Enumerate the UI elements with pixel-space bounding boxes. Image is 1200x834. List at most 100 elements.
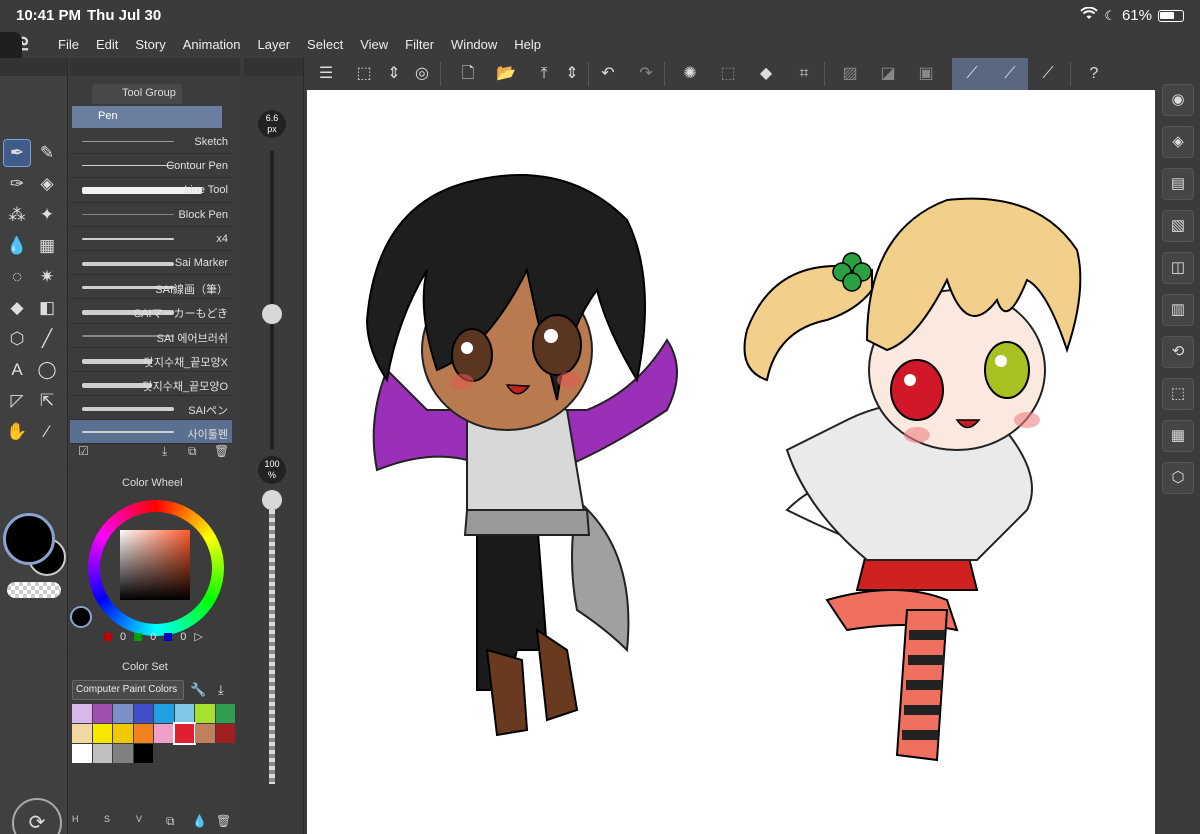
color-swatch[interactable] bbox=[72, 724, 92, 743]
color-swatch[interactable] bbox=[133, 744, 153, 763]
import-icon[interactable]: ⤓ bbox=[218, 682, 224, 698]
brush-item[interactable]: x4 bbox=[70, 227, 232, 251]
undo-icon[interactable]: ↶ bbox=[596, 62, 620, 86]
airbrush-icon[interactable]: ⁂ bbox=[4, 202, 30, 228]
brush-item[interactable]: SAIマーカーもどき bbox=[70, 299, 232, 324]
menu-animation[interactable]: Animation bbox=[183, 37, 241, 52]
select-all-icon[interactable]: ▣ bbox=[914, 62, 938, 86]
help-icon[interactable]: ? bbox=[1082, 62, 1106, 86]
pen-icon[interactable]: ✑ bbox=[4, 171, 30, 197]
line-icon[interactable]: ╱ bbox=[34, 326, 60, 352]
magic-wand-icon[interactable]: ✷ bbox=[34, 264, 60, 290]
color-swatch[interactable] bbox=[154, 704, 174, 723]
eyedropper-icon[interactable]: ⁄ bbox=[34, 419, 60, 445]
menu-file[interactable]: File bbox=[58, 37, 79, 52]
tab-color-wheel[interactable]: Color Wheel bbox=[92, 477, 183, 489]
menu-story[interactable]: Story bbox=[135, 37, 165, 52]
fill-icon[interactable]: ◆ bbox=[754, 62, 778, 86]
target-icon[interactable]: ◎ bbox=[410, 62, 434, 86]
hand-icon[interactable]: ✋ bbox=[4, 419, 30, 445]
color-swatch[interactable] bbox=[92, 724, 112, 743]
brush-item[interactable]: Block Pen bbox=[70, 203, 232, 227]
subtool-group-header[interactable]: Pen bbox=[72, 106, 222, 128]
color-swatch[interactable] bbox=[92, 744, 112, 763]
move-arrow-icon[interactable]: ⇱ bbox=[34, 388, 60, 414]
add-color-icon[interactable]: ⧉ bbox=[166, 814, 175, 829]
material-icon[interactable]: ▧ bbox=[1162, 210, 1194, 242]
color-swatch[interactable] bbox=[215, 724, 235, 743]
brush-item[interactable]: SAIペン bbox=[70, 396, 232, 421]
fill-drop-icon[interactable]: 💧 bbox=[4, 233, 30, 259]
tab-tool-group[interactable]: Tool Group bbox=[92, 84, 182, 104]
save-icon[interactable]: ⤒ bbox=[532, 62, 556, 86]
pen-stroke-icon[interactable]: ⟋ bbox=[960, 62, 984, 86]
brush-item[interactable]: SAI線画（筆） bbox=[70, 275, 232, 300]
gradient-icon[interactable]: ◧ bbox=[34, 295, 60, 321]
tool-property-icon[interactable]: ▥ bbox=[1162, 294, 1194, 326]
trash-icon[interactable]: 🗑 bbox=[214, 444, 229, 458]
open-folder-icon[interactable]: 📂 bbox=[494, 62, 518, 86]
rotate-screen-icon[interactable]: ⟳ bbox=[12, 798, 62, 834]
timeline-icon[interactable]: ▦ bbox=[1162, 420, 1194, 452]
value-toggle[interactable]: V bbox=[136, 814, 142, 824]
color-swatch[interactable] bbox=[172, 722, 196, 745]
layer-property-icon[interactable]: ▤ bbox=[1162, 168, 1194, 200]
updown-arrows-icon[interactable]: ⇕ bbox=[560, 62, 584, 86]
color-swatch[interactable] bbox=[113, 744, 133, 763]
play-circle-icon[interactable]: ▷ bbox=[194, 630, 202, 643]
dots-square-icon[interactable]: ⬚ bbox=[716, 62, 740, 86]
menu-layer[interactable]: Layer bbox=[258, 37, 291, 52]
hamburger-menu-icon[interactable]: ☰ bbox=[314, 62, 338, 86]
color-swatch[interactable] bbox=[133, 724, 153, 743]
brush-item[interactable]: Contour Pen bbox=[70, 154, 232, 179]
drawing-canvas[interactable] bbox=[307, 90, 1155, 834]
hue-toggle[interactable]: H bbox=[72, 814, 79, 824]
menu-select[interactable]: Select bbox=[307, 37, 343, 52]
menu-filter[interactable]: Filter bbox=[405, 37, 434, 52]
eraser-icon[interactable]: ◈ bbox=[34, 171, 60, 197]
sub-view-icon[interactable]: ◫ bbox=[1162, 252, 1194, 284]
menu-window[interactable]: Window bbox=[451, 37, 497, 52]
brush-item[interactable]: Sai Marker bbox=[70, 251, 232, 276]
color-swatch[interactable] bbox=[113, 724, 133, 743]
history-icon[interactable]: ⟲ bbox=[1162, 336, 1194, 368]
new-page-icon[interactable]: 🗋 bbox=[456, 62, 480, 86]
brush-size-knob[interactable] bbox=[262, 304, 282, 324]
color-swatch[interactable] bbox=[133, 704, 153, 723]
saturation-toggle[interactable]: S bbox=[104, 814, 110, 824]
grid-ruler-icon[interactable]: ▦ bbox=[34, 233, 60, 259]
brush-size-slider[interactable] bbox=[270, 150, 274, 450]
animation-icon[interactable]: ⬚ bbox=[1162, 378, 1194, 410]
menu-help[interactable]: Help bbox=[514, 37, 541, 52]
balloon-icon[interactable]: ◯ bbox=[34, 357, 60, 383]
color-swatch[interactable] bbox=[113, 704, 133, 723]
text-icon[interactable]: A bbox=[4, 357, 30, 383]
brush-item[interactable]: 닷지수채_끝모양X bbox=[70, 348, 232, 372]
color-swatch[interactable] bbox=[72, 704, 92, 723]
brush-item[interactable]: Line Tool bbox=[70, 178, 232, 203]
3d-material-icon[interactable]: ⬡ bbox=[1162, 462, 1194, 494]
color-swatch[interactable] bbox=[92, 704, 112, 723]
edit-transform-icon[interactable]: ⬚ bbox=[352, 62, 376, 86]
brush-item[interactable]: 닷지수채_끝모양O bbox=[70, 372, 232, 397]
brush-item[interactable]: Sketch bbox=[70, 130, 232, 155]
color-swatch[interactable] bbox=[195, 724, 215, 743]
pen-stroke-3-icon[interactable]: ⟋ bbox=[1036, 62, 1060, 86]
duplicate-icon[interactable]: ⧉ bbox=[188, 444, 197, 459]
download-icon[interactable]: ⤓ bbox=[162, 444, 167, 459]
subtool-settings-icon[interactable]: ☑ bbox=[78, 444, 89, 458]
updown-arrows-icon[interactable]: ⇕ bbox=[382, 62, 406, 86]
3d-cube-icon[interactable]: ⬡ bbox=[4, 326, 30, 352]
color-swatch[interactable] bbox=[154, 724, 174, 743]
brush-item[interactable]: SAI 에어브러쉬 bbox=[70, 324, 232, 348]
navigator-icon[interactable]: ◉ bbox=[1162, 84, 1194, 116]
color-swatch[interactable] bbox=[174, 704, 194, 723]
crop-transform-icon[interactable]: ⌗ bbox=[792, 62, 816, 86]
trash-icon[interactable]: 🗑 bbox=[216, 814, 231, 828]
opacity-slider[interactable] bbox=[269, 494, 275, 784]
wrench-icon[interactable]: 🔧 bbox=[190, 682, 206, 698]
layers-icon[interactable]: ◈ bbox=[1162, 126, 1194, 158]
menu-view[interactable]: View bbox=[360, 37, 388, 52]
main-color-chip[interactable] bbox=[3, 513, 55, 565]
lasso-icon[interactable]: ◌ bbox=[4, 264, 30, 290]
